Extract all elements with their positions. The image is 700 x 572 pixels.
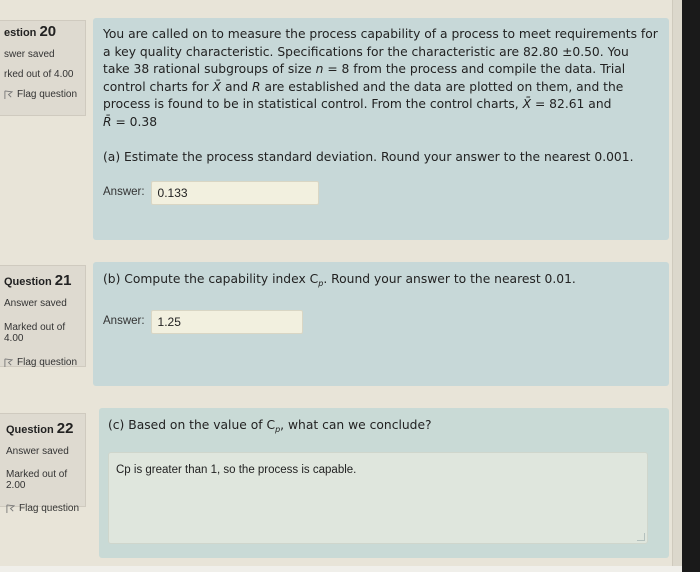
flag-icon <box>4 90 13 99</box>
question-text: You are called on to measure the process… <box>103 27 658 129</box>
question-20-content: You are called on to measure the process… <box>93 18 669 240</box>
answer-label: Answer: <box>103 185 145 198</box>
question-number: estion 20 <box>4 23 57 40</box>
marks-label: Marked out of 2.00 <box>6 469 68 491</box>
flag-question-button[interactable]: Flag question <box>6 503 85 514</box>
answer-row-b: Answer: 1.25 <box>103 309 659 334</box>
answer-status: Answer saved <box>6 446 69 457</box>
screen-bezel <box>682 0 700 572</box>
question-info-22: Question 22 Answer saved Marked out of 2… <box>0 413 86 514</box>
flag-question-button[interactable]: Flag question <box>4 89 85 100</box>
flag-icon <box>4 358 13 367</box>
part-a-prompt: (a) Estimate the process standard deviat… <box>103 150 634 164</box>
marks-label: rked out of 4.00 <box>4 69 74 80</box>
flag-question-button[interactable]: Flag question <box>4 357 85 368</box>
question-info-20: estion 20 swer saved rked out of 4.00 Fl… <box>0 20 86 116</box>
bottom-bar <box>0 566 682 572</box>
quiz-page: estion 20 swer saved rked out of 4.00 Fl… <box>0 0 682 572</box>
part-b-prompt: (b) Compute the capability index Cp. Rou… <box>103 272 576 288</box>
question-number: Question 22 <box>6 420 74 437</box>
answer-status: swer saved <box>4 49 55 60</box>
question-21-content: (b) Compute the capability index Cp. Rou… <box>93 262 669 386</box>
answer-status: Answer saved <box>4 298 67 309</box>
question-number: Question 21 <box>4 272 72 289</box>
answer-label: Answer: <box>103 314 145 327</box>
part-c-prompt: (c) Based on the value of Cp, what can w… <box>108 418 432 434</box>
answer-input-a[interactable]: 0.133 <box>150 180 319 205</box>
question-22-content: (c) Based on the value of Cp, what can w… <box>99 408 669 558</box>
answer-row-a: Answer: 0.133 <box>103 180 659 205</box>
marks-label: Marked out of 4.00 <box>4 322 66 344</box>
question-info-21: Question 21 Answer saved Marked out of 4… <box>0 265 86 368</box>
answer-textarea-c[interactable]: Cp is greater than 1, so the process is … <box>108 451 648 544</box>
resize-handle[interactable] <box>637 532 645 541</box>
flag-icon <box>6 504 15 513</box>
answer-input-b[interactable]: 1.25 <box>150 309 303 334</box>
